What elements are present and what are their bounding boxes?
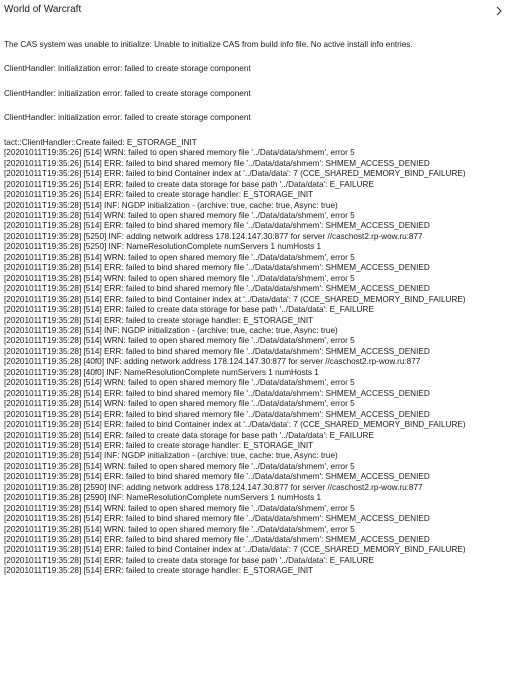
dialog-header: World of Warcraft <box>0 0 512 26</box>
log-line: [20201011T19:35:28] [514] ERR: failed to… <box>4 535 430 545</box>
log-line: [20201011T19:35:28] [2590] INF: NameReso… <box>4 493 322 503</box>
log-line: [20201011T19:35:26] [514] WRN: failed to… <box>4 148 355 158</box>
log-line: [20201011T19:35:28] [514] ERR: failed to… <box>4 555 374 565</box>
error-dialog: World of Warcraft The CAS system was una… <box>0 0 512 674</box>
close-button[interactable] <box>490 1 508 21</box>
log-line: [20201011T19:35:28] [514] WRN: failed to… <box>4 336 355 346</box>
log-line: [20201011T19:35:28] [514] ERR: failed to… <box>4 514 430 524</box>
log-line: [20201011T19:35:28] [514] INF: NGDP init… <box>4 325 338 335</box>
log-line: tact::ClientHandler::Create failed: E_ST… <box>4 137 197 147</box>
log-line: [20201011T19:35:28] [514] ERR: failed to… <box>4 472 430 482</box>
log-line: [20201011T19:35:28] [514] ERR: failed to… <box>4 545 466 555</box>
log-line: [20201011T19:35:28] [514] WRN: failed to… <box>4 503 355 513</box>
log-line: [20201011T19:35:28] [514] ERR: failed to… <box>4 284 430 294</box>
log-line: [20201011T19:35:28] [514] WRN: failed to… <box>4 210 355 220</box>
log-line: [20201011T19:35:28] [514] WRN: failed to… <box>4 273 355 283</box>
log-line: [20201011T19:35:28] [514] INF: NGDP init… <box>4 200 338 210</box>
log-line: [20201011T19:35:28] [514] WRN: failed to… <box>4 524 355 534</box>
client-handler-error-message: ClientHandler: initialization error: fai… <box>4 113 251 123</box>
log-line: [20201011T19:35:28] [5250] INF: adding n… <box>4 231 423 241</box>
log-line: [20201011T19:35:28] [2590] INF: adding n… <box>4 482 423 492</box>
log-line: [20201011T19:35:28] [514] ERR: failed to… <box>4 409 430 419</box>
log-line: [20201011T19:35:28] [514] INF: NGDP init… <box>4 451 338 461</box>
error-log: tact::ClientHandler::Create failed: E_ST… <box>4 138 508 577</box>
log-line: [20201011T19:35:28] [514] ERR: failed to… <box>4 388 430 398</box>
chevron-right-icon <box>496 6 502 16</box>
log-line: [20201011T19:35:28] [514] ERR: failed to… <box>4 430 374 440</box>
log-line: [20201011T19:35:28] [514] WRN: failed to… <box>4 461 355 471</box>
log-line: [20201011T19:35:28] [40f0] INF: NameReso… <box>4 367 319 377</box>
log-line: [20201011T19:35:28] [5250] INF: NameReso… <box>4 242 322 252</box>
log-line: [20201011T19:35:26] [514] ERR: failed to… <box>4 169 466 179</box>
log-line: [20201011T19:35:28] [514] ERR: failed to… <box>4 440 314 450</box>
log-line: [20201011T19:35:28] [514] ERR: failed to… <box>4 305 374 315</box>
log-line: [20201011T19:35:28] [514] ERR: failed to… <box>4 263 430 273</box>
log-line: [20201011T19:35:28] [40f0] INF: adding n… <box>4 357 421 367</box>
cas-error-message: The CAS system was unable to initialize:… <box>4 40 413 49</box>
client-handler-error-message: ClientHandler: initialization error: fai… <box>4 88 251 98</box>
error-message-body: The CAS system was unable to initialize:… <box>4 40 508 674</box>
log-line: [20201011T19:35:28] [514] ERR: failed to… <box>4 346 430 356</box>
log-line: [20201011T19:35:28] [514] WRN: failed to… <box>4 378 355 388</box>
client-handler-error-message: ClientHandler: initialization error: fai… <box>4 64 251 74</box>
log-line: [20201011T19:35:26] [514] ERR: failed to… <box>4 158 430 168</box>
log-line: [20201011T19:35:28] [514] WRN: failed to… <box>4 252 355 262</box>
log-line: [20201011T19:35:28] [514] ERR: failed to… <box>4 566 314 576</box>
log-line: [20201011T19:35:28] [514] ERR: failed to… <box>4 420 466 430</box>
log-line: [20201011T19:35:26] [514] ERR: failed to… <box>4 190 314 200</box>
log-line: [20201011T19:35:28] [514] ERR: failed to… <box>4 294 466 304</box>
log-line: [20201011T19:35:28] [514] ERR: failed to… <box>4 221 430 231</box>
log-line: [20201011T19:35:28] [514] WRN: failed to… <box>4 399 355 409</box>
log-line: [20201011T19:35:28] [514] ERR: failed to… <box>4 315 314 325</box>
window-title: World of Warcraft <box>4 4 82 15</box>
log-line: [20201011T19:35:26] [514] ERR: failed to… <box>4 179 374 189</box>
